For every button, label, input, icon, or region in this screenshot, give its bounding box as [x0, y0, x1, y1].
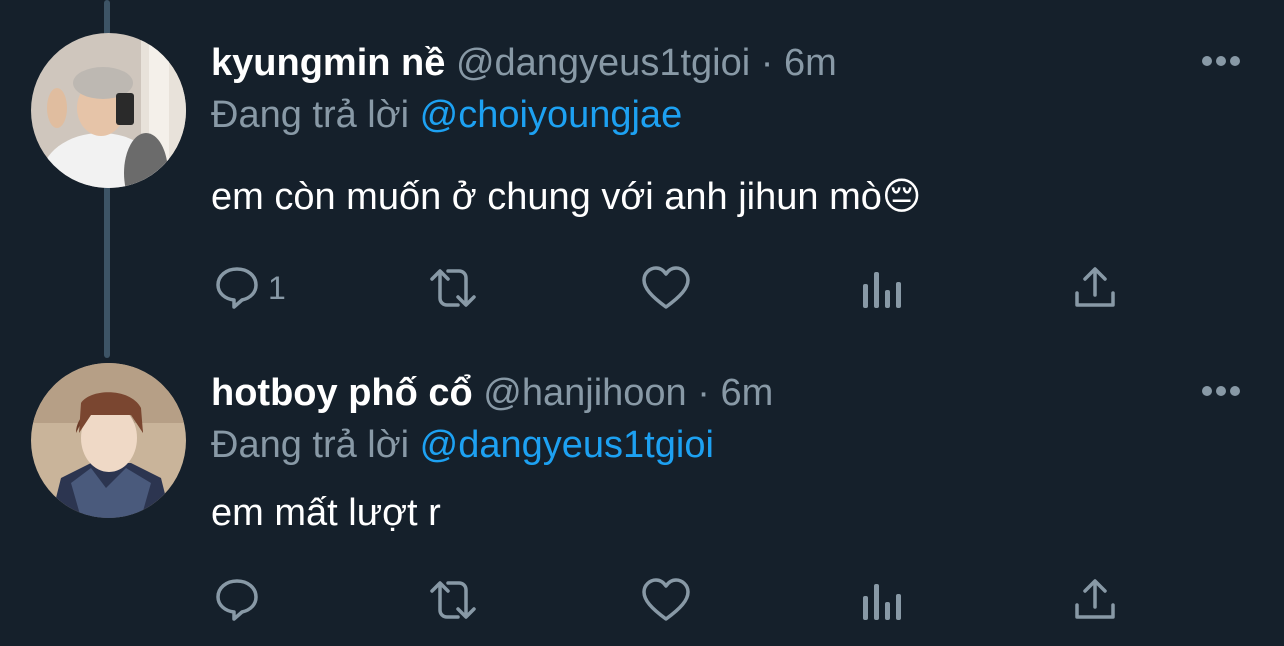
retweet-button[interactable] [424, 576, 482, 624]
tweet-text-content: em mất lượt r [211, 492, 441, 534]
display-name[interactable]: hotboy phố cổ [211, 372, 473, 414]
pensive-face-emoji: 😔 [881, 176, 922, 218]
like-button[interactable] [641, 264, 691, 312]
mention-link[interactable]: @choiyoungjae [420, 94, 683, 136]
tweet-header: kyungmin nề @dangyeus1tgioi · 6m [211, 44, 837, 82]
timestamp[interactable]: 6m [784, 42, 837, 84]
analytics-button[interactable] [860, 266, 904, 314]
more-options-icon[interactable] [1200, 54, 1242, 68]
timestamp[interactable]: 6m [720, 372, 773, 414]
tweet-header: hotboy phố cổ @hanjihoon · 6m [211, 374, 773, 412]
reply-button[interactable] [214, 576, 260, 624]
tweet-text-content: em còn muốn ở chung với anh jihun mò [211, 176, 882, 218]
share-button[interactable] [1073, 576, 1117, 624]
heart-outline-icon [642, 578, 690, 621]
reply-count: 1 [268, 270, 286, 306]
avatar[interactable] [31, 33, 186, 188]
share-button[interactable] [1073, 264, 1117, 312]
display-name[interactable]: kyungmin nề [211, 42, 445, 84]
tweet-2[interactable]: hotboy phố cổ @hanjihoon · 6m Đang trả l… [0, 340, 1284, 646]
user-handle[interactable]: @hanjihoon [483, 372, 686, 414]
tweet-text: em mất lượt r [211, 494, 441, 532]
replying-to: Đang trả lời @dangyeus1tgioi [211, 426, 714, 464]
speech-bubble-icon [216, 579, 258, 621]
mention-link[interactable]: @dangyeus1tgioi [420, 424, 714, 466]
user-handle[interactable]: @dangyeus1tgioi [456, 42, 750, 84]
retweet-arrows-icon [430, 581, 476, 619]
share-upload-icon [1075, 579, 1115, 619]
bar-chart-icon [863, 272, 901, 308]
analytics-button[interactable] [860, 578, 904, 626]
retweet-arrows-icon [430, 269, 476, 307]
avatar[interactable] [31, 363, 186, 518]
separator-dot: · [760, 42, 774, 84]
separator-dot: · [697, 372, 710, 414]
reply-button[interactable]: 1 [214, 264, 286, 312]
replying-prefix: Đang trả lời [211, 424, 410, 466]
share-upload-icon [1075, 267, 1115, 307]
retweet-button[interactable] [424, 264, 482, 312]
more-options-icon[interactable] [1200, 384, 1242, 398]
replying-to: Đang trả lời @choiyoungjae [211, 96, 682, 134]
replying-prefix: Đang trả lời [211, 94, 410, 136]
tweet-text: em còn muốn ở chung với anh jihun mò😔 [211, 178, 922, 216]
speech-bubble-icon [216, 267, 258, 309]
tweet-1[interactable]: kyungmin nề @dangyeus1tgioi · 6m Đang tr… [0, 0, 1284, 340]
like-button[interactable] [641, 576, 691, 624]
bar-chart-icon [863, 584, 901, 620]
heart-outline-icon [642, 266, 690, 309]
